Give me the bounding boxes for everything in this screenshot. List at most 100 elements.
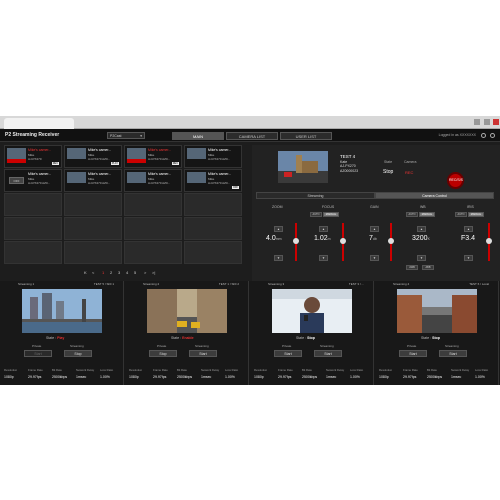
empty-camera-cell[interactable] <box>124 217 182 240</box>
empty-camera-cell[interactable] <box>4 217 62 240</box>
camera-cell[interactable]: Mike's camer... Mike AJ-PX270 AZ0... OFF <box>184 169 242 192</box>
stream-state: State : Enable <box>171 336 194 340</box>
page-4[interactable]: 4 <box>126 270 128 275</box>
camera-model: AJ-PX270 AZ0... <box>208 157 231 161</box>
streaming-button[interactable]: Start <box>439 350 467 357</box>
empty-camera-cell[interactable] <box>124 193 182 216</box>
close-icon[interactable] <box>493 119 499 125</box>
wb-auto-button[interactable]: AUTO <box>406 212 418 217</box>
empty-camera-cell[interactable] <box>4 241 62 264</box>
next-page-button[interactable]: > <box>144 270 146 275</box>
zoom-down-button[interactable]: ▼ <box>274 255 283 261</box>
maximize-icon[interactable] <box>484 119 490 125</box>
stream-source: TEST 6 / Local <box>469 282 489 286</box>
camera-thumbnail <box>7 148 26 159</box>
focus-auto-button[interactable]: AUTO <box>310 212 322 217</box>
private-button[interactable]: Start <box>399 350 427 357</box>
camera-cell[interactable]: OFF Mike's camer... Mike AJ-PX270 AZ0... <box>4 169 62 192</box>
empty-camera-cell[interactable] <box>184 217 242 240</box>
gain-value: 7db <box>369 235 377 242</box>
stat-label: Loss Ratio <box>225 368 239 372</box>
stat-value: 29.97fps <box>278 375 292 379</box>
focus-slider-knob[interactable] <box>340 238 346 244</box>
private-button[interactable]: Stop <box>149 350 177 357</box>
camera-thumbnail <box>127 148 146 159</box>
awb-button[interactable]: AWB <box>406 265 418 270</box>
private-button[interactable]: Start <box>24 350 52 357</box>
gain-up-button[interactable]: ▲ <box>370 226 379 232</box>
empty-camera-cell[interactable] <box>64 217 122 240</box>
camera-cell[interactable]: Mike's camer... Mike AJ-PX270 AZ0... PLAY <box>64 145 122 168</box>
focus-down-button[interactable]: ▼ <box>319 255 328 261</box>
page-2[interactable]: 2 <box>110 270 112 275</box>
rec-button[interactable]: REC/S/S <box>447 172 464 189</box>
stat-label: Resolution <box>379 368 393 372</box>
zoom-label: ZOOM <box>272 205 283 209</box>
gain-slider-knob[interactable] <box>388 238 394 244</box>
empty-camera-cell[interactable] <box>184 193 242 216</box>
empty-camera-cell[interactable] <box>124 241 182 264</box>
camera-name: Mike's camer... <box>208 148 232 152</box>
focus-up-button[interactable]: ▲ <box>319 226 328 232</box>
private-button[interactable]: Start <box>274 350 302 357</box>
tab-main[interactable]: MAIN <box>172 132 224 140</box>
iris-label: IRIS <box>467 205 474 209</box>
user-icon[interactable] <box>481 133 486 138</box>
camera-name: Mike's camer... <box>148 148 172 152</box>
browser-tab[interactable] <box>4 118 74 129</box>
camera-cell[interactable]: Mike's camer... Mike AJ-PX270 AZ0... <box>184 145 242 168</box>
last-page-button[interactable]: >| <box>152 270 155 275</box>
empty-camera-cell[interactable] <box>64 241 122 264</box>
camera-cell[interactable]: Mike's camer... Mike AJ-PX270 AZ0... <box>64 169 122 192</box>
stream-state-label: State : <box>171 336 182 340</box>
group-select[interactable]: P2Cast ▾ <box>107 132 145 139</box>
streaming-button[interactable]: Start <box>314 350 342 357</box>
page-3[interactable]: 3 <box>118 270 120 275</box>
tab-camera-list[interactable]: CAMERA LIST <box>226 132 278 140</box>
iris-up-button[interactable]: ▲ <box>464 226 473 232</box>
camera-model: AJ-PX270 AZ0... <box>148 157 171 161</box>
minimize-icon[interactable] <box>474 119 480 125</box>
wb-manual-button[interactable]: MANUAL <box>419 212 435 217</box>
wb-label: WB <box>420 205 426 209</box>
tab-camera-control[interactable]: Camera Control <box>375 192 494 199</box>
state-label: State <box>384 160 393 164</box>
tab-streaming[interactable]: Streaming <box>256 192 375 199</box>
camera-name: Mike's camer... <box>88 148 112 152</box>
zoom-slider-knob[interactable] <box>293 238 299 244</box>
camera-state-badge: REC <box>51 162 59 165</box>
page-1[interactable]: 1 <box>102 270 104 275</box>
zoom-up-button[interactable]: ▲ <box>274 226 283 232</box>
stat-label: Bit Rate <box>52 368 62 372</box>
tab-user-list[interactable]: USER LIST <box>280 132 332 140</box>
stat-value: 1080p <box>379 375 389 379</box>
stat-label: Bit Rate <box>177 368 187 372</box>
camera-cell[interactable]: Mike's camer... Mike AJ-PX270 REC <box>4 145 62 168</box>
streaming-button[interactable]: Start <box>189 350 217 357</box>
first-page-button[interactable]: K <box>84 270 87 275</box>
iris-auto-button[interactable]: AUTO <box>455 212 467 217</box>
wb-up-button[interactable]: ▲ <box>417 226 426 232</box>
abb-button[interactable]: ABB <box>422 265 434 270</box>
stat-label: Resolution <box>254 368 268 372</box>
iris-down-button[interactable]: ▼ <box>464 255 473 261</box>
empty-camera-cell[interactable] <box>64 193 122 216</box>
camera-cell[interactable]: Mike's camer... Mike AJ-PX270 AZ0... REC <box>124 145 182 168</box>
gain-down-button[interactable]: ▼ <box>370 255 379 261</box>
camera-cell[interactable]: Mike's camer... Mike AJ-PX270 AZ0... <box>124 169 182 192</box>
camera-name: Mike's camer... <box>28 148 52 152</box>
empty-camera-cell[interactable] <box>184 241 242 264</box>
iris-slider-knob[interactable] <box>486 238 492 244</box>
camera-off-badge: OFF <box>9 177 24 184</box>
iris-manual-button[interactable]: MANUAL <box>468 212 484 217</box>
empty-camera-cell[interactable] <box>4 193 62 216</box>
page-5[interactable]: 5 <box>134 270 136 275</box>
prev-page-button[interactable]: < <box>92 270 94 275</box>
streaming-button[interactable]: Stop <box>64 350 92 357</box>
stat-label: Bit Rate <box>427 368 437 372</box>
focus-manual-button[interactable]: MANUAL <box>323 212 339 217</box>
stream-source: TEST 1 / SDI 2 <box>218 282 239 286</box>
wb-down-button[interactable]: ▼ <box>417 255 426 261</box>
control-tabs: Streaming Camera Control <box>256 192 494 199</box>
settings-icon[interactable] <box>490 133 495 138</box>
